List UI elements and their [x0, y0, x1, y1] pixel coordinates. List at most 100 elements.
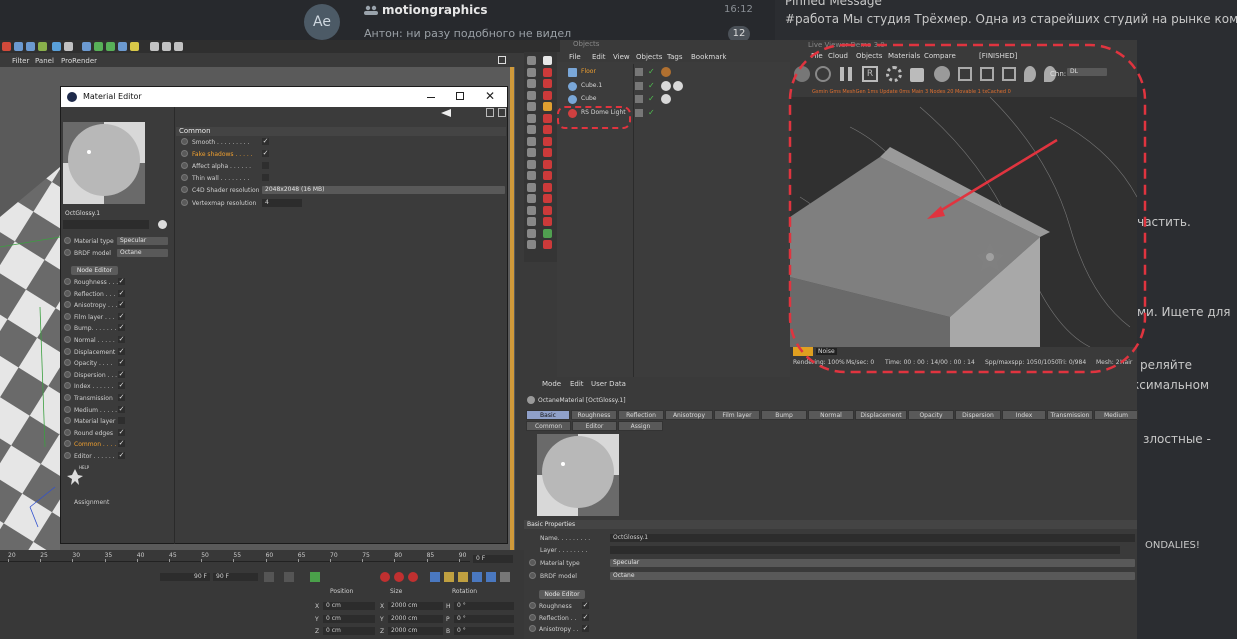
channel-radio[interactable]	[64, 394, 71, 401]
common-checkbox[interactable]: ✓	[262, 138, 269, 145]
tool-icon[interactable]	[94, 42, 103, 51]
attr-tab[interactable]: Transmission	[1047, 410, 1093, 420]
channel-radio[interactable]	[64, 370, 71, 378]
vertexmap-field[interactable]: 4	[262, 199, 302, 207]
attr-channel-radio[interactable]	[529, 625, 536, 632]
key-icon[interactable]	[430, 572, 440, 582]
end-frame-field[interactable]: 90 F	[160, 573, 210, 581]
tool-icon[interactable]	[64, 42, 73, 51]
attr-tab[interactable]: Dispersion	[955, 410, 1001, 420]
menu-bookmarks[interactable]: Bookmark	[691, 53, 726, 61]
enabled-check-icon[interactable]: ✓	[648, 94, 655, 103]
tool-icon[interactable]	[150, 42, 159, 51]
attr-tab[interactable]: Film layer	[714, 410, 760, 420]
visibility-icon[interactable]	[635, 81, 643, 90]
palette-tool-icon[interactable]	[527, 90, 536, 100]
channel-label[interactable]: Editor . . . . . .	[74, 453, 115, 460]
attr-tab[interactable]: Roughness	[571, 410, 617, 420]
channel-label[interactable]: Round edges	[74, 430, 113, 437]
channel-radio[interactable]	[64, 336, 71, 343]
channel-radio[interactable]	[64, 382, 71, 390]
channel-checkbox[interactable]: ✓	[118, 301, 125, 309]
attr-layer-field[interactable]	[610, 546, 1120, 554]
menu-objects[interactable]: Objects	[636, 53, 662, 61]
shader-res-radio[interactable]	[181, 186, 188, 193]
palette-tool-icon[interactable]	[527, 182, 536, 192]
channel-checkbox[interactable]: ✓	[118, 394, 125, 401]
position-field[interactable]: 0 cm	[323, 614, 375, 623]
palette-tool-icon[interactable]	[527, 102, 536, 111]
channel-radio[interactable]	[64, 428, 71, 436]
visibility-icon[interactable]	[635, 108, 643, 117]
position-field[interactable]: 0 cm	[323, 602, 375, 610]
palette-tool-icon[interactable]	[527, 136, 536, 146]
menu-filter[interactable]: Filter	[12, 57, 29, 65]
palette-tool-icon[interactable]	[543, 56, 552, 65]
visibility-icon[interactable]	[635, 95, 643, 103]
node-editor-button[interactable]: Node Editor	[71, 266, 118, 275]
palette-tool-icon[interactable]	[527, 56, 536, 65]
menu-prorender[interactable]: ProRender	[61, 57, 97, 65]
tool-icon[interactable]	[52, 42, 61, 51]
channel-label[interactable]: Normal . . . . .	[74, 337, 115, 344]
menu-panel[interactable]: Panel	[35, 57, 54, 65]
play-icon[interactable]	[310, 572, 320, 582]
end-frame-field-2[interactable]: 90 F	[213, 573, 258, 581]
tool-icon[interactable]	[162, 42, 171, 51]
size-field[interactable]: 2000 cm	[388, 627, 443, 635]
timeline-ruler[interactable]: 20 25 30 35 40 45 50 55 60 65 70 75 80 85 90	[0, 550, 470, 562]
channel-radio[interactable]	[64, 452, 71, 459]
tool-icon[interactable]	[130, 42, 139, 51]
attr-channel-label[interactable]: Roughness	[539, 603, 572, 610]
palette-tool-icon[interactable]	[543, 79, 552, 88]
attr-material-type-dropdown[interactable]: Specular	[610, 559, 1135, 567]
channel-checkbox[interactable]: ✓	[118, 347, 125, 355]
tool-icon[interactable]	[106, 42, 115, 51]
key-icon[interactable]	[458, 572, 468, 582]
maximize-icon[interactable]	[498, 56, 506, 64]
channel-label[interactable]: Bump. . . . . . .	[74, 325, 116, 332]
channel-label[interactable]: Common . . . .	[74, 441, 116, 448]
attr-menu-mode[interactable]: Mode	[542, 380, 561, 388]
tool-icon[interactable]	[82, 42, 91, 51]
palette-tool-icon[interactable]	[527, 194, 536, 203]
channel-checkbox[interactable]: ✓	[118, 370, 125, 378]
vertexmap-radio[interactable]	[181, 199, 188, 206]
channel-label[interactable]: Film layer . . .	[74, 314, 115, 321]
tool-icon[interactable]	[2, 42, 11, 51]
maximize-icon[interactable]	[456, 92, 464, 100]
back-arrow-icon[interactable]	[441, 109, 451, 117]
channel-label[interactable]: Transmission	[74, 395, 113, 402]
material-tag-icon[interactable]	[661, 80, 671, 91]
palette-tool-icon[interactable]	[527, 228, 536, 238]
channel-label[interactable]: Dispersion . . .	[74, 372, 117, 379]
attr-channel-checkbox[interactable]: ✓	[582, 613, 589, 621]
palette-tool-icon[interactable]	[527, 148, 536, 157]
channel-label[interactable]: Opacity . . . .	[74, 360, 112, 367]
channel-checkbox[interactable]: ✓	[118, 324, 125, 332]
brdf-dropdown[interactable]: Octane	[117, 249, 168, 257]
material-tag-icon[interactable]	[661, 94, 671, 104]
channel-label[interactable]: Displacement	[74, 349, 115, 356]
palette-tool-icon[interactable]	[543, 90, 552, 100]
common-checkbox[interactable]: ✓	[262, 150, 269, 157]
palette-tool-icon[interactable]	[543, 125, 552, 134]
common-checkbox[interactable]	[262, 174, 269, 181]
channel-radio[interactable]	[64, 359, 71, 367]
palette-tool-icon[interactable]	[527, 171, 536, 180]
material-tag-icon[interactable]	[673, 80, 683, 91]
channel-checkbox[interactable]: ✓	[118, 428, 125, 436]
attr-tab[interactable]: Medium	[1094, 410, 1138, 420]
channel-radio[interactable]	[64, 417, 71, 425]
tool-icon[interactable]	[118, 42, 127, 51]
picker-icon[interactable]	[158, 220, 167, 229]
close-icon[interactable]: ✕	[485, 90, 495, 102]
size-field[interactable]: 2000 cm	[388, 602, 443, 610]
record-icon[interactable]	[284, 572, 294, 582]
channel-radio[interactable]	[64, 312, 71, 320]
object-row[interactable]: Cube.1 ✓	[557, 80, 790, 92]
channel-radio[interactable]	[64, 347, 71, 355]
key-icon[interactable]	[472, 572, 482, 582]
rotation-field[interactable]: 0 °	[454, 627, 514, 635]
channel-checkbox[interactable]: ✓	[118, 278, 125, 285]
